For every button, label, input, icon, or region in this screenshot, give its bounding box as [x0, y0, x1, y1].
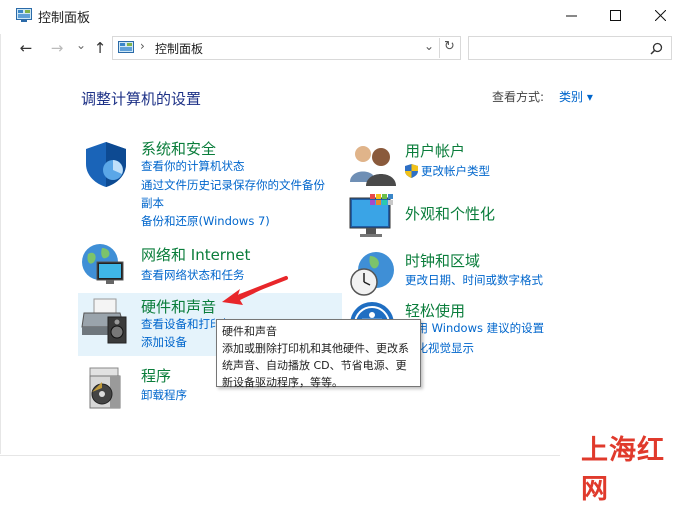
shield-icon — [86, 142, 126, 187]
close-button[interactable] — [637, 0, 683, 30]
view-by-dropdown[interactable]: 类别 ▾ — [559, 88, 593, 105]
maximize-button[interactable] — [592, 0, 638, 30]
back-button[interactable]: ← — [16, 38, 36, 58]
search-input[interactable] — [468, 36, 672, 60]
address-toolbar: ← → ⌄ ↑ › 控制面板 ⌄ ↻ — [0, 31, 690, 65]
window-bottom-edge — [0, 455, 560, 456]
control-panel-icon — [118, 41, 134, 53]
tooltip-body: 添加或删除打印机和其他硬件、更改系统声音、自动播放 CD、节省电源、更新设备驱动… — [222, 342, 409, 389]
minimize-button[interactable] — [548, 0, 594, 30]
breadcrumb-separator: › — [140, 39, 145, 53]
user-accounts-icon — [350, 146, 396, 186]
control-panel-icon — [16, 8, 32, 22]
watermark-text: 上海红网 — [581, 435, 665, 505]
programs-disc-icon — [89, 367, 121, 409]
link-change-date-time-format[interactable]: 更改日期、时间或数字格式 — [405, 271, 543, 289]
uac-shield-icon — [405, 164, 418, 178]
link-change-account-type[interactable]: 更改帐户类型 — [421, 162, 490, 180]
address-box[interactable]: › 控制面板 ⌄ ↻ — [112, 36, 461, 60]
category-ease-of-access[interactable]: 轻松使用 — [405, 300, 465, 321]
printer-speaker-icon — [81, 298, 127, 344]
link-add-device[interactable]: 添加设备 — [141, 333, 187, 351]
category-user-accounts[interactable]: 用户帐户 — [405, 140, 465, 161]
category-clock-region[interactable]: 时钟和区域 — [405, 250, 480, 271]
forward-button[interactable]: → — [47, 38, 67, 58]
category-hardware-sound[interactable]: 硬件和声音 — [141, 296, 216, 317]
category-appearance[interactable]: 外观和个性化 — [405, 203, 495, 224]
link-recommended-settings[interactable]: 使用 Windows 建议的设置 — [405, 319, 544, 337]
recent-locations-dropdown[interactable]: ⌄ — [71, 35, 91, 55]
title-bar: 控制面板 — [0, 0, 690, 30]
divider — [439, 38, 440, 58]
network-globe-icon — [82, 244, 124, 284]
breadcrumb-item[interactable]: 控制面板 — [155, 40, 203, 57]
address-dropdown-button[interactable]: ⌄ — [424, 39, 434, 53]
window-title: 控制面板 — [38, 11, 91, 26]
close-icon — [654, 9, 666, 21]
tooltip: 硬件和声音 添加或删除打印机和其他硬件、更改系统声音、自动播放 CD、节省电源、… — [216, 319, 421, 389]
link-backup-restore[interactable]: 备份和还原(Windows 7) — [141, 212, 270, 230]
up-button[interactable]: ↑ — [90, 38, 110, 58]
maximize-icon — [609, 9, 621, 21]
search-icon[interactable] — [650, 42, 663, 55]
refresh-button[interactable]: ↻ — [444, 39, 455, 54]
clock-globe-icon — [350, 252, 394, 296]
category-programs[interactable]: 程序 — [141, 365, 171, 386]
link-view-computer-status[interactable]: 查看你的计算机状态 — [141, 157, 245, 175]
window-edge — [0, 34, 1, 454]
minimize-icon — [565, 15, 577, 16]
link-file-history-backup[interactable]: 通过文件历史记录保存你的文件备份副本 — [141, 176, 336, 212]
red-arrow-annotation — [222, 276, 288, 305]
link-uninstall-program[interactable]: 卸载程序 — [141, 386, 187, 404]
view-by-label: 查看方式: — [492, 90, 545, 104]
category-system-security[interactable]: 系统和安全 — [141, 138, 216, 159]
appearance-monitor-icon — [349, 194, 393, 237]
tooltip-title: 硬件和声音 — [222, 325, 277, 338]
page-title: 调整计算机的设置 — [81, 90, 202, 108]
category-network-internet[interactable]: 网络和 Internet — [141, 244, 250, 265]
